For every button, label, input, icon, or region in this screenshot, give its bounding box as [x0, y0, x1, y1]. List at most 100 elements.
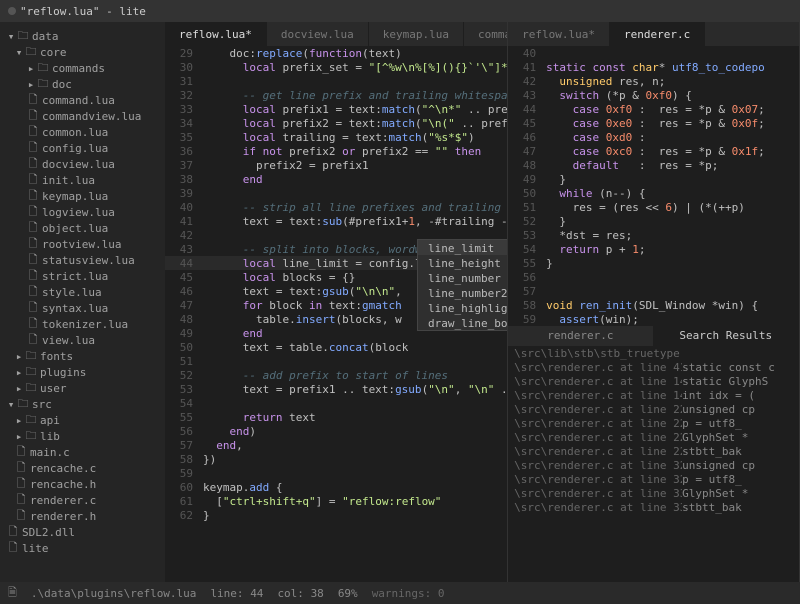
tree-file[interactable]: 🗋common.lua [0, 124, 165, 140]
code-line[interactable]: 31 [165, 74, 507, 88]
search-result[interactable]: \src\renderer.c at line 327 (col 12)unsi… [508, 458, 799, 472]
right-editor[interactable]: 4041static const char* utf8_to_codepo42 … [508, 46, 799, 326]
search-result[interactable]: \src\renderer.c at line 224 (col 7)p = u… [508, 416, 799, 430]
tree-file[interactable]: 🗋statusview.lua [0, 252, 165, 268]
tree-file[interactable]: 🗋config.lua [0, 140, 165, 156]
tab[interactable]: command.lua [464, 22, 508, 46]
code-line[interactable]: 55} [508, 256, 799, 270]
code-line[interactable]: 52 -- add prefix to start of lines [165, 368, 507, 382]
tab[interactable]: renderer.c [610, 22, 705, 46]
tree-file[interactable]: 🗋init.lua [0, 172, 165, 188]
tab[interactable]: Search Results [654, 326, 799, 346]
tab[interactable]: keymap.lua [369, 22, 464, 46]
autocomplete-item[interactable]: line_limit [418, 240, 507, 255]
code-line[interactable]: 29 doc:replace(function(text) [165, 46, 507, 60]
code-line[interactable]: 58}) [165, 452, 507, 466]
code-line[interactable]: 61 ["ctrl+shift+q"] = "reflow:reflow" [165, 494, 507, 508]
autocomplete-popup[interactable]: line_limitline_heightline_numberline_num… [417, 239, 507, 331]
code-line[interactable]: 51 [165, 354, 507, 368]
code-line[interactable]: 35 local trailing = text:match("%s*$") [165, 130, 507, 144]
code-line[interactable]: 57 [508, 284, 799, 298]
tree-file[interactable]: 🗋keymap.lua [0, 188, 165, 204]
tree-folder[interactable]: ▸🗀doc [0, 76, 165, 92]
tree-file[interactable]: 🗋logview.lua [0, 204, 165, 220]
autocomplete-item[interactable]: line_number [418, 270, 507, 285]
tree-file[interactable]: 🗋lite [0, 540, 165, 556]
tree-file[interactable]: 🗋renderer.h [0, 508, 165, 524]
search-result[interactable]: \src\lib\stb\stb_truetype.h at line 4003… [508, 346, 799, 360]
code-line[interactable]: 50 while (n--) { [508, 186, 799, 200]
code-line[interactable]: 41 text = text:sub(#prefix1+1, -#trailin… [165, 214, 507, 228]
code-line[interactable]: 54 return p + 1; [508, 242, 799, 256]
search-result[interactable]: \src\renderer.c at line 41 (col 28)stati… [508, 360, 799, 374]
code-line[interactable]: 46 case 0xd0 : [508, 130, 799, 144]
autocomplete-item[interactable]: line_height [418, 255, 507, 270]
code-line[interactable]: 44 case 0xf0 : res = *p & 0x07; [508, 102, 799, 116]
search-result[interactable]: \src\renderer.c at line 146 (col 14)int … [508, 388, 799, 402]
tab[interactable]: reflow.lua* [508, 22, 610, 46]
code-line[interactable]: 39 [165, 186, 507, 200]
tree-file[interactable]: 🗋style.lua [0, 284, 165, 300]
code-line[interactable]: 36 if not prefix2 or prefix2 == "" then [165, 144, 507, 158]
code-line[interactable]: 41static const char* utf8_to_codepo [508, 60, 799, 74]
tab[interactable]: renderer.c [508, 326, 653, 346]
code-line[interactable]: 60keymap.add { [165, 480, 507, 494]
code-line[interactable]: 32 -- get line prefix and trailing white… [165, 88, 507, 102]
code-line[interactable]: 57 end, [165, 438, 507, 452]
code-line[interactable]: 62} [165, 508, 507, 522]
tree-file[interactable]: 🗋strict.lua [0, 268, 165, 284]
right-tabs[interactable]: reflow.lua*renderer.c [508, 22, 799, 46]
code-line[interactable]: 34 local prefix2 = text:match("\n(" .. p… [165, 116, 507, 130]
code-line[interactable]: 52 } [508, 214, 799, 228]
tree-folder[interactable]: ▸🗀commands [0, 60, 165, 76]
code-line[interactable]: 42 unsigned res, n; [508, 74, 799, 88]
autocomplete-item[interactable]: draw_line_body [418, 315, 507, 330]
search-result[interactable]: \src\renderer.c at line 331 (col 38)stbt… [508, 500, 799, 514]
tree-file[interactable]: 🗋commandview.lua [0, 108, 165, 124]
tree-folder[interactable]: ▾🗀core [0, 44, 165, 60]
code-line[interactable]: 55 return text [165, 410, 507, 424]
left-editor[interactable]: 29 doc:replace(function(text)30 local pr… [165, 46, 507, 582]
file-tree[interactable]: ▾🗀data▾🗀core▸🗀commands▸🗀doc🗋command.lua🗋… [0, 22, 165, 582]
tree-file[interactable]: 🗋command.lua [0, 92, 165, 108]
search-result[interactable]: \src\renderer.c at line 330 (col 40)Glyp… [508, 486, 799, 500]
tab[interactable]: docview.lua [267, 22, 369, 46]
code-line[interactable]: 49 } [508, 172, 799, 186]
bottom-tabs[interactable]: renderer.cSearch Results [508, 326, 799, 346]
code-line[interactable]: 56 [508, 270, 799, 284]
code-line[interactable]: 43 switch (*p & 0xf0) { [508, 88, 799, 102]
code-line[interactable]: 47 case 0xc0 : res = *p & 0x1f; [508, 144, 799, 158]
search-result[interactable]: \src\renderer.c at line 225 (col 40)Glyp… [508, 430, 799, 444]
code-line[interactable]: 40 -- strip all line prefixes and traili… [165, 200, 507, 214]
search-result[interactable]: \src\renderer.c at line 147 (col 8)stati… [508, 374, 799, 388]
code-line[interactable]: 45 case 0xe0 : res = *p & 0x0f; [508, 116, 799, 130]
tree-file[interactable]: 🗋object.lua [0, 220, 165, 236]
code-line[interactable]: 33 local prefix1 = text:match("^\n*" .. … [165, 102, 507, 116]
search-results[interactable]: \src\lib\stb\stb_truetype.h at line 4003… [508, 346, 799, 582]
search-result[interactable]: \src\renderer.c at line 226 (col 38)stbt… [508, 444, 799, 458]
search-result[interactable]: \src\renderer.c at line 222 (col 12)unsi… [508, 402, 799, 416]
tree-file[interactable]: 🗋rootview.lua [0, 236, 165, 252]
code-line[interactable]: 53 text = prefix1 .. text:gsub("\n", "\n… [165, 382, 507, 396]
code-line[interactable]: 53 *dst = res; [508, 228, 799, 242]
code-line[interactable]: 54 [165, 396, 507, 410]
tree-file[interactable]: 🗋SDL2.dll [0, 524, 165, 540]
code-line[interactable]: 58void ren_init(SDL_Window *win) { [508, 298, 799, 312]
tree-file[interactable]: 🗋docview.lua [0, 156, 165, 172]
code-line[interactable]: 37 prefix2 = prefix1 [165, 158, 507, 172]
autocomplete-item[interactable]: line_number2 [418, 285, 507, 300]
left-tabs[interactable]: reflow.lua*docview.luakeymap.luacommand.… [165, 22, 507, 46]
code-line[interactable]: 48 default : res = *p; [508, 158, 799, 172]
tab[interactable]: reflow.lua* [165, 22, 267, 46]
code-line[interactable]: 59 assert(win); [508, 312, 799, 326]
tree-file[interactable]: 🗋syntax.lua [0, 300, 165, 316]
code-line[interactable]: 56 end) [165, 424, 507, 438]
code-line[interactable]: 38 end [165, 172, 507, 186]
tree-file[interactable]: 🗋tokenizer.lua [0, 316, 165, 332]
autocomplete-item[interactable]: line_highlight [418, 300, 507, 315]
code-line[interactable]: 51 res = (res << 6) | (*(++p) [508, 200, 799, 214]
code-line[interactable]: 50 text = table.concat(block [165, 340, 507, 354]
code-line[interactable]: 40 [508, 46, 799, 60]
search-result[interactable]: \src\renderer.c at line 329 (col 7)p = u… [508, 472, 799, 486]
code-line[interactable]: 30 local prefix_set = "[^%w\n%[%](){}`'\… [165, 60, 507, 74]
